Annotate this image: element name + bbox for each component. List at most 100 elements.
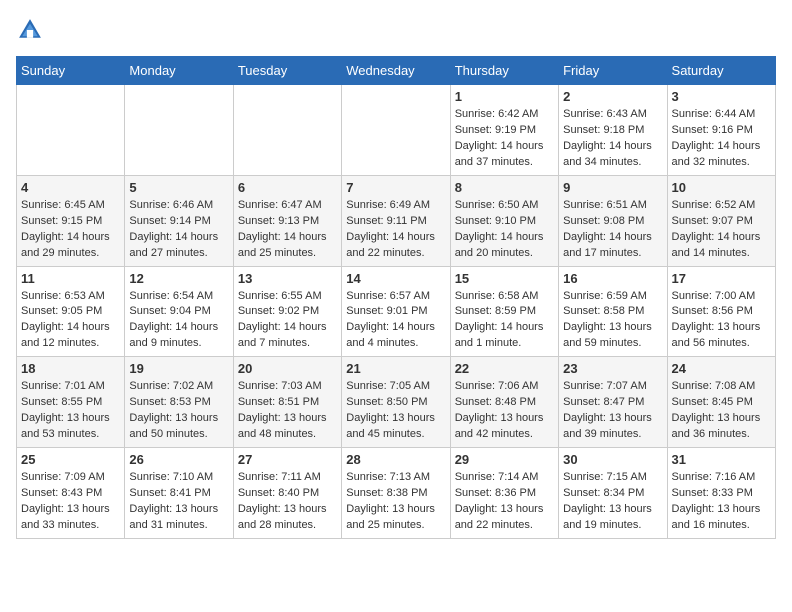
calendar-cell: 11 Sunrise: 6:53 AM Sunset: 9:05 PM Dayli…: [17, 266, 125, 357]
calendar-cell: 1 Sunrise: 6:42 AM Sunset: 9:19 PM Daylig…: [450, 85, 558, 176]
calendar-cell: 12 Sunrise: 6:54 AM Sunset: 9:04 PM Dayli…: [125, 266, 233, 357]
day-number: 5: [129, 180, 228, 195]
day-number: 31: [672, 452, 771, 467]
day-info: Sunrise: 6:49 AM Sunset: 9:11 PM Dayligh…: [346, 198, 445, 262]
calendar-cell: 26Sunrise: 7:10 AM Sunset: 8:41 PM Dayli…: [125, 448, 233, 539]
calendar-cell: 20 Sunrise: 7:03 AM Sunset: 8:51 PM Dayli…: [233, 357, 341, 448]
day-number: 20: [238, 361, 337, 376]
day-number: 28: [346, 452, 445, 467]
calendar-cell: 19Sunrise: 7:02 AM Sunset: 8:53 PM Dayli…: [125, 357, 233, 448]
day-info: Sunrise: 6:43 AM Sunset: 9:18 PM Dayligh…: [563, 107, 662, 171]
day-number: 23: [563, 361, 662, 376]
day-number: 1: [455, 89, 554, 104]
day-info: Sunrise: 7:16 AM Sunset: 8:33 PM Dayligh…: [672, 470, 771, 534]
calendar-cell: 7Sunrise: 6:49 AM Sunset: 9:11 PM Daylig…: [342, 175, 450, 266]
day-number: 26: [129, 452, 228, 467]
calendar-week-row: 4Sunrise: 6:45 AM Sunset: 9:15 PM Daylig…: [17, 175, 776, 266]
day-number: 30: [563, 452, 662, 467]
calendar-cell: 6 Sunrise: 6:47 AM Sunset: 9:13 PM Daylig…: [233, 175, 341, 266]
day-number: 9: [563, 180, 662, 195]
day-number: 8: [455, 180, 554, 195]
weekday-header-friday: Friday: [559, 57, 667, 85]
calendar-cell: 30 Sunrise: 7:15 AM Sunset: 8:34 PM Dayli…: [559, 448, 667, 539]
day-info: Sunrise: 6:55 AM Sunset: 9:02 PM Dayligh…: [238, 289, 337, 353]
day-info: Sunrise: 7:08 AM Sunset: 8:45 PM Dayligh…: [672, 379, 771, 443]
day-info: Sunrise: 7:11 AM Sunset: 8:40 PM Dayligh…: [238, 470, 337, 534]
weekday-header-tuesday: Tuesday: [233, 57, 341, 85]
calendar-cell: 28 Sunrise: 7:13 AM Sunset: 8:38 PM Dayli…: [342, 448, 450, 539]
calendar-cell: 27 Sunrise: 7:11 AM Sunset: 8:40 PM Dayli…: [233, 448, 341, 539]
day-info: Sunrise: 7:00 AM Sunset: 8:56 PM Dayligh…: [672, 289, 771, 353]
day-info: Sunrise: 7:03 AM Sunset: 8:51 PM Dayligh…: [238, 379, 337, 443]
day-number: 27: [238, 452, 337, 467]
weekday-header-saturday: Saturday: [667, 57, 775, 85]
day-info: Sunrise: 6:52 AM Sunset: 9:07 PM Dayligh…: [672, 198, 771, 262]
day-info: Sunrise: 7:09 AM Sunset: 8:43 PM Dayligh…: [21, 470, 120, 534]
day-number: 15: [455, 271, 554, 286]
calendar-week-row: 1 Sunrise: 6:42 AM Sunset: 9:19 PM Daylig…: [17, 85, 776, 176]
calendar-cell: 5Sunrise: 6:46 AM Sunset: 9:14 PM Daylig…: [125, 175, 233, 266]
day-number: 10: [672, 180, 771, 195]
day-info: Sunrise: 6:54 AM Sunset: 9:04 PM Dayligh…: [129, 289, 228, 353]
day-number: 12: [129, 271, 228, 286]
calendar-cell: [17, 85, 125, 176]
day-number: 13: [238, 271, 337, 286]
day-info: Sunrise: 7:14 AM Sunset: 8:36 PM Dayligh…: [455, 470, 554, 534]
logo: [16, 16, 48, 44]
page-header: [16, 16, 776, 44]
day-info: Sunrise: 6:50 AM Sunset: 9:10 PM Dayligh…: [455, 198, 554, 262]
calendar-cell: 3Sunrise: 6:44 AM Sunset: 9:16 PM Daylig…: [667, 85, 775, 176]
calendar-cell: [342, 85, 450, 176]
day-number: 22: [455, 361, 554, 376]
calendar-week-row: 25 Sunrise: 7:09 AM Sunset: 8:43 PM Dayli…: [17, 448, 776, 539]
calendar-cell: 29 Sunrise: 7:14 AM Sunset: 8:36 PM Dayli…: [450, 448, 558, 539]
day-info: Sunrise: 7:01 AM Sunset: 8:55 PM Dayligh…: [21, 379, 120, 443]
calendar-cell: 23 Sunrise: 7:07 AM Sunset: 8:47 PM Dayli…: [559, 357, 667, 448]
day-info: Sunrise: 6:45 AM Sunset: 9:15 PM Dayligh…: [21, 198, 120, 262]
calendar-cell: 31 Sunrise: 7:16 AM Sunset: 8:33 PM Dayli…: [667, 448, 775, 539]
day-info: Sunrise: 7:07 AM Sunset: 8:47 PM Dayligh…: [563, 379, 662, 443]
day-info: Sunrise: 7:13 AM Sunset: 8:38 PM Dayligh…: [346, 470, 445, 534]
calendar-week-row: 18 Sunrise: 7:01 AM Sunset: 8:55 PM Dayli…: [17, 357, 776, 448]
day-info: Sunrise: 6:42 AM Sunset: 9:19 PM Dayligh…: [455, 107, 554, 171]
day-info: Sunrise: 6:44 AM Sunset: 9:16 PM Dayligh…: [672, 107, 771, 171]
day-number: 21: [346, 361, 445, 376]
day-number: 29: [455, 452, 554, 467]
calendar-cell: 4Sunrise: 6:45 AM Sunset: 9:15 PM Daylig…: [17, 175, 125, 266]
day-number: 11: [21, 271, 120, 286]
day-info: Sunrise: 6:47 AM Sunset: 9:13 PM Dayligh…: [238, 198, 337, 262]
weekday-header-monday: Monday: [125, 57, 233, 85]
calendar-cell: 10 Sunrise: 6:52 AM Sunset: 9:07 PM Dayli…: [667, 175, 775, 266]
calendar-cell: 13 Sunrise: 6:55 AM Sunset: 9:02 PM Dayli…: [233, 266, 341, 357]
calendar-cell: 21 Sunrise: 7:05 AM Sunset: 8:50 PM Dayli…: [342, 357, 450, 448]
weekday-header-sunday: Sunday: [17, 57, 125, 85]
day-info: Sunrise: 7:15 AM Sunset: 8:34 PM Dayligh…: [563, 470, 662, 534]
calendar-cell: 8 Sunrise: 6:50 AM Sunset: 9:10 PM Daylig…: [450, 175, 558, 266]
calendar-cell: 16 Sunrise: 6:59 AM Sunset: 8:58 PM Dayli…: [559, 266, 667, 357]
day-number: 16: [563, 271, 662, 286]
day-info: Sunrise: 6:51 AM Sunset: 9:08 PM Dayligh…: [563, 198, 662, 262]
calendar-table: SundayMondayTuesdayWednesdayThursdayFrid…: [16, 56, 776, 539]
day-number: 25: [21, 452, 120, 467]
calendar-cell: 25 Sunrise: 7:09 AM Sunset: 8:43 PM Dayli…: [17, 448, 125, 539]
calendar-cell: 22Sunrise: 7:06 AM Sunset: 8:48 PM Dayli…: [450, 357, 558, 448]
calendar-cell: 15Sunrise: 6:58 AM Sunset: 8:59 PM Dayli…: [450, 266, 558, 357]
day-number: 19: [129, 361, 228, 376]
calendar-cell: 17Sunrise: 7:00 AM Sunset: 8:56 PM Dayli…: [667, 266, 775, 357]
calendar-header-row: SundayMondayTuesdayWednesdayThursdayFrid…: [17, 57, 776, 85]
day-number: 6: [238, 180, 337, 195]
day-number: 18: [21, 361, 120, 376]
day-info: Sunrise: 7:05 AM Sunset: 8:50 PM Dayligh…: [346, 379, 445, 443]
calendar-cell: 18 Sunrise: 7:01 AM Sunset: 8:55 PM Dayli…: [17, 357, 125, 448]
day-number: 14: [346, 271, 445, 286]
calendar-cell: 24 Sunrise: 7:08 AM Sunset: 8:45 PM Dayli…: [667, 357, 775, 448]
calendar-cell: [233, 85, 341, 176]
day-info: Sunrise: 6:57 AM Sunset: 9:01 PM Dayligh…: [346, 289, 445, 353]
day-number: 24: [672, 361, 771, 376]
day-info: Sunrise: 6:53 AM Sunset: 9:05 PM Dayligh…: [21, 289, 120, 353]
calendar-cell: [125, 85, 233, 176]
calendar-cell: 14 Sunrise: 6:57 AM Sunset: 9:01 PM Dayli…: [342, 266, 450, 357]
day-info: Sunrise: 6:59 AM Sunset: 8:58 PM Dayligh…: [563, 289, 662, 353]
weekday-header-thursday: Thursday: [450, 57, 558, 85]
logo-icon: [16, 16, 44, 44]
